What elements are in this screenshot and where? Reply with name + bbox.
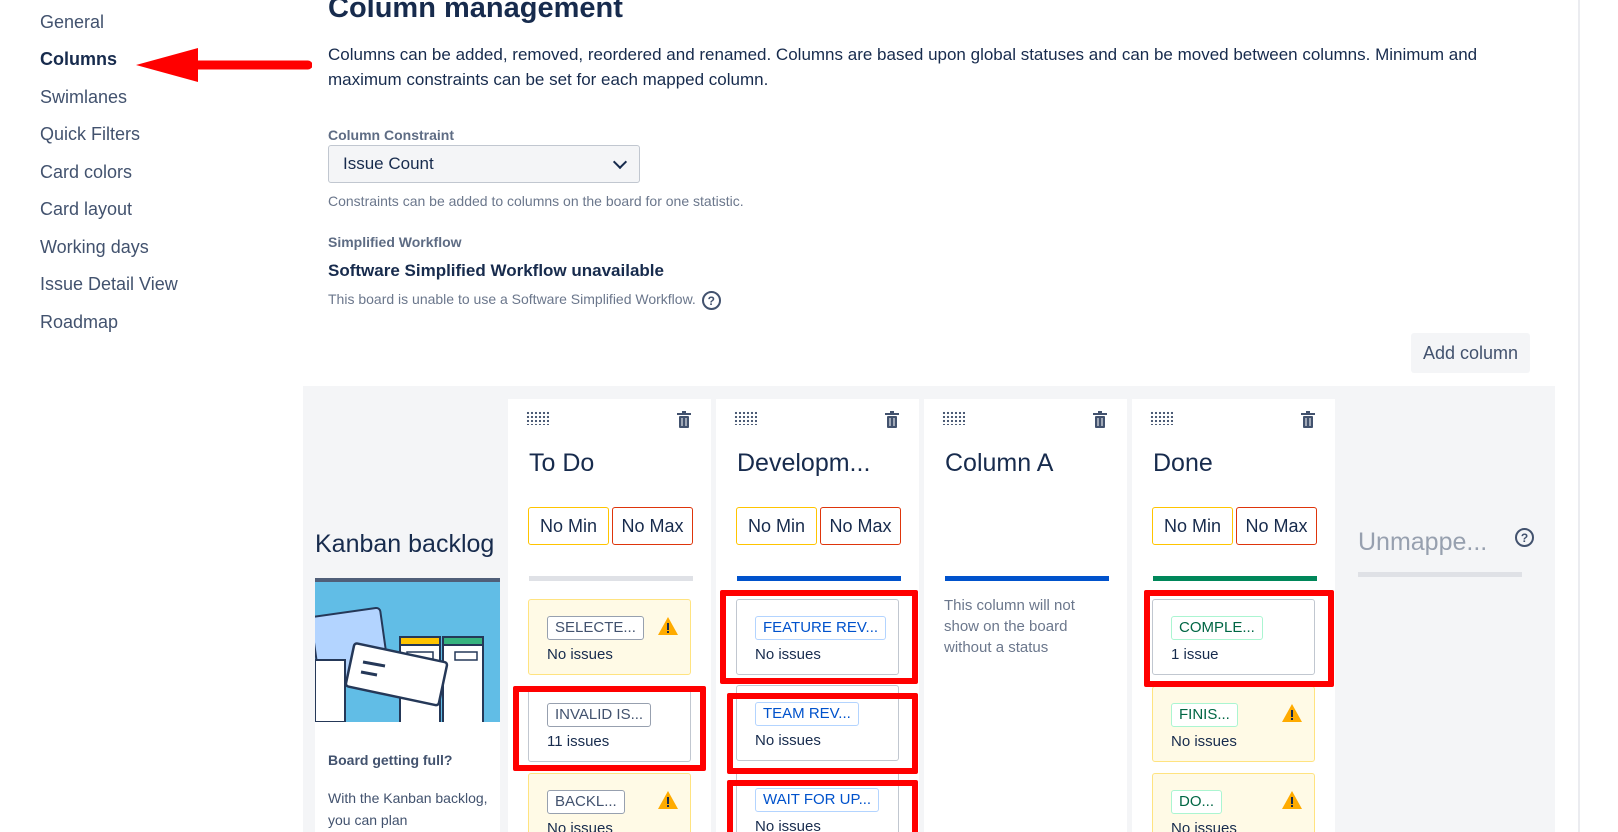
sidebar-item-columns[interactable]: Columns <box>40 49 117 70</box>
warning-icon <box>658 617 678 635</box>
issue-count: No issues <box>1171 733 1237 750</box>
column-name[interactable]: To Do <box>529 449 594 478</box>
column-name[interactable]: Developm... <box>737 449 870 478</box>
drag-handle-icon[interactable] <box>734 411 757 425</box>
scrollbar-track[interactable] <box>1578 0 1580 832</box>
status-lozenge[interactable]: TEAM REV... <box>755 702 859 726</box>
sidebar-item-roadmap[interactable]: Roadmap <box>40 312 118 333</box>
column-constraint-value: Issue Count <box>343 154 434 173</box>
sidebar-item-issue-detail-view[interactable]: Issue Detail View <box>40 274 178 295</box>
status-card[interactable]: FEATURE REV... No issues <box>736 599 899 675</box>
unmapped-statuses-title: Unmappe... <box>1358 528 1488 556</box>
column-constraint-label: Column Constraint <box>328 127 454 143</box>
annotation-arrow <box>136 48 312 82</box>
sidebar-item-working-days[interactable]: Working days <box>40 237 149 258</box>
constraint-help-text: Constraints can be added to columns on t… <box>328 193 744 209</box>
workflow-help-text: This board is unable to use a Software S… <box>328 291 696 308</box>
min-constraint-button[interactable]: No Min <box>736 507 817 545</box>
status-lozenge[interactable]: DO... <box>1171 790 1223 814</box>
backlog-card-title: Board getting full? <box>328 752 453 768</box>
status-lozenge[interactable]: COMPLE... <box>1171 616 1263 640</box>
min-constraint-button[interactable]: No Min <box>528 507 609 545</box>
backlog-illustration <box>315 582 500 722</box>
workflow-help-row: This board is unable to use a Software S… <box>328 291 721 310</box>
sidebar-item-card-colors[interactable]: Card colors <box>40 162 132 183</box>
trash-icon[interactable] <box>1301 411 1315 429</box>
min-constraint-button[interactable]: No Min <box>1152 507 1233 545</box>
backlog-promo-card: Board getting full? With the Kanban back… <box>315 578 500 832</box>
column-status-bar <box>1153 576 1317 581</box>
chevron-down-icon <box>612 154 628 169</box>
issue-count: No issues <box>755 818 821 832</box>
board-column-to-do[interactable]: To Do No Min No Max SELECTE... No issues… <box>508 399 711 832</box>
trash-icon[interactable] <box>1093 411 1107 429</box>
status-lozenge[interactable]: SELECTE... <box>547 616 644 640</box>
issue-count: No issues <box>547 646 613 663</box>
column-name[interactable]: Column A <box>945 449 1053 478</box>
drag-handle-icon[interactable] <box>526 411 549 425</box>
settings-sidebar: General Columns Swimlanes Quick Filters … <box>0 0 312 832</box>
status-lozenge[interactable]: BACKL... <box>547 790 625 814</box>
board-column-column-a[interactable]: Column A This column will not show on th… <box>924 399 1127 832</box>
unmapped-status-bar <box>1358 572 1522 577</box>
issue-count: No issues <box>547 820 613 832</box>
kanban-backlog-title: Kanban backlog <box>315 530 495 558</box>
warning-icon <box>1282 791 1302 809</box>
status-card[interactable]: INVALID IS... 11 issues <box>528 686 691 762</box>
issue-count: No issues <box>755 732 821 749</box>
sidebar-item-quick-filters[interactable]: Quick Filters <box>40 124 140 145</box>
drag-handle-icon[interactable] <box>1150 411 1173 425</box>
issue-count: 1 issue <box>1171 646 1219 663</box>
column-empty-note: This column will not show on the board w… <box>944 597 1075 656</box>
status-lozenge[interactable]: INVALID IS... <box>547 703 652 727</box>
question-circle-icon[interactable]: ? <box>701 291 721 310</box>
warning-icon <box>658 791 678 809</box>
status-card[interactable]: BACKL... No issues <box>528 773 691 832</box>
status-lozenge[interactable]: FINIS... <box>1171 703 1238 727</box>
issue-count: No issues <box>755 646 821 663</box>
backlog-card-text: With the Kanban backlog, you can plan <box>328 790 488 828</box>
simplified-workflow-label: Simplified Workflow <box>328 234 462 250</box>
status-lozenge[interactable]: FEATURE REV... <box>755 616 887 640</box>
column-status-bar <box>737 576 901 581</box>
workflow-status-title: Software Simplified Workflow unavailable <box>328 261 664 280</box>
sidebar-item-swimlanes[interactable]: Swimlanes <box>40 87 127 108</box>
column-status-bar <box>945 576 1109 581</box>
column-name[interactable]: Done <box>1153 449 1213 478</box>
warning-icon <box>1282 704 1302 722</box>
sidebar-item-card-layout[interactable]: Card layout <box>40 199 132 220</box>
status-card[interactable]: WAIT FOR UP... No issues <box>736 771 899 832</box>
board-column-development[interactable]: Developm... No Min No Max FEATURE REV...… <box>716 399 919 832</box>
page-description: Columns can be added, removed, reordered… <box>328 45 1478 89</box>
max-constraint-button[interactable]: No Max <box>1236 507 1317 545</box>
issue-count: No issues <box>1171 820 1237 832</box>
board-column-done[interactable]: Done No Min No Max COMPLE... 1 issue FIN… <box>1132 399 1335 832</box>
column-constraint-select[interactable]: Issue Count <box>328 145 640 183</box>
trash-icon[interactable] <box>885 411 899 429</box>
trash-icon[interactable] <box>677 411 691 429</box>
status-card[interactable]: DO... No issues <box>1152 773 1315 832</box>
max-constraint-button[interactable]: No Max <box>820 507 901 545</box>
status-lozenge[interactable]: WAIT FOR UP... <box>755 788 880 812</box>
status-card[interactable]: TEAM REV... No issues <box>736 685 899 761</box>
add-column-button[interactable]: Add column <box>1411 333 1530 373</box>
page-title: Column management <box>328 0 623 24</box>
status-card[interactable]: COMPLE... 1 issue <box>1152 599 1315 675</box>
status-card[interactable]: SELECTE... No issues <box>528 599 691 675</box>
status-card[interactable]: FINIS... No issues <box>1152 686 1315 762</box>
column-status-bar <box>529 576 693 581</box>
drag-handle-icon[interactable] <box>942 411 965 425</box>
sidebar-item-general[interactable]: General <box>40 12 104 33</box>
max-constraint-button[interactable]: No Max <box>612 507 693 545</box>
issue-count: 11 issues <box>547 733 610 750</box>
question-circle-icon[interactable]: ? <box>1515 528 1534 547</box>
